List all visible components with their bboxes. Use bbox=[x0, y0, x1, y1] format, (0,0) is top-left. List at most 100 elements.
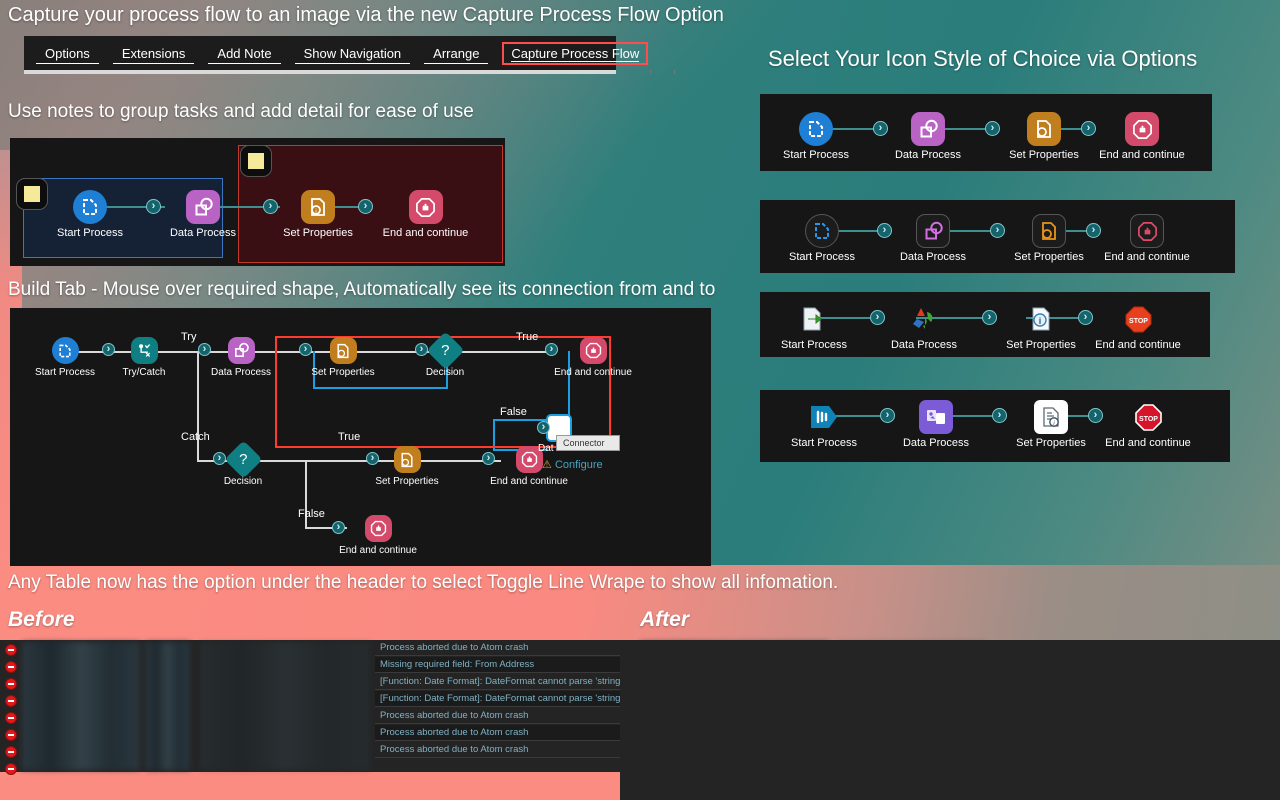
menu-item-add-note[interactable]: Add Note bbox=[208, 43, 281, 64]
table-row[interactable]: Process aborted due to Atom crash bbox=[375, 725, 620, 741]
node-set-properties[interactable]: i Set Properties bbox=[995, 302, 1087, 351]
table-row[interactable]: Missing required field: From Address bbox=[375, 657, 620, 673]
end-and-continue-icon bbox=[408, 190, 443, 224]
menu-item-show-navigation[interactable]: Show Navigation bbox=[294, 43, 411, 64]
node-end-and-continue[interactable]: End and continue bbox=[550, 337, 636, 378]
node-data-process[interactable]: Data Process bbox=[889, 214, 977, 263]
error-icon bbox=[5, 763, 17, 775]
try-catch-icon bbox=[130, 337, 158, 364]
node-label: Set Properties bbox=[1016, 437, 1086, 449]
node-decision[interactable]: ? Decision bbox=[404, 331, 486, 378]
node-start-process[interactable]: Start Process bbox=[780, 400, 868, 449]
connector-arrow-icon[interactable] bbox=[213, 452, 226, 465]
headline-capture-process-flow: Capture your process flow to an image vi… bbox=[8, 4, 724, 26]
footer-accent-band bbox=[0, 770, 620, 800]
node-label: Data Process bbox=[169, 227, 237, 239]
start-process-icon bbox=[807, 400, 841, 434]
decision-icon: ? bbox=[425, 331, 465, 370]
headline-notes: Use notes to group tasks and add detail … bbox=[8, 101, 474, 122]
node-label: Start Process bbox=[56, 227, 124, 239]
note-chip-blue[interactable] bbox=[16, 178, 48, 210]
set-properties-icon: i bbox=[1024, 302, 1058, 336]
set-properties-icon bbox=[393, 446, 421, 473]
warning-icon: ⚠ bbox=[542, 459, 552, 471]
set-properties-icon bbox=[329, 337, 357, 364]
connector-arrow-icon[interactable] bbox=[482, 452, 495, 465]
node-data-process[interactable]: Data Process bbox=[158, 190, 248, 239]
node-label: Data Process bbox=[899, 251, 967, 263]
table-row[interactable]: Process aborted due to Atom crash bbox=[375, 708, 620, 724]
node-end-and-continue[interactable]: STOP End and continue bbox=[1088, 302, 1188, 351]
node-decision[interactable]: ? Decision bbox=[202, 440, 284, 487]
menu-item-arrange[interactable]: Arrange bbox=[424, 43, 489, 64]
svg-text:i: i bbox=[315, 209, 316, 215]
node-label: End and continue bbox=[1099, 149, 1185, 161]
connector-arrow-icon[interactable] bbox=[545, 343, 558, 356]
note-square-icon bbox=[24, 186, 40, 202]
node-label: End and continue bbox=[382, 227, 469, 239]
partial-label-dat: Dat bbox=[538, 443, 554, 454]
node-set-properties[interactable]: Set Properties bbox=[1003, 214, 1095, 263]
data-process-icon bbox=[911, 112, 945, 146]
node-label: Data Process bbox=[210, 367, 272, 378]
node-data-process[interactable]: Data Process bbox=[200, 337, 282, 378]
connector-arrow-icon[interactable] bbox=[415, 343, 428, 356]
configure-link[interactable]: ⚠ Configure bbox=[542, 458, 603, 471]
start-process-icon bbox=[797, 302, 831, 336]
node-label: Data Process bbox=[894, 149, 962, 161]
connector-arrow-icon[interactable] bbox=[102, 343, 115, 356]
after-table[interactable] bbox=[620, 640, 1280, 800]
node-set-properties[interactable]: Set Properties bbox=[998, 112, 1090, 161]
menu-bar-divider bbox=[24, 70, 675, 74]
table-row[interactable]: Process aborted due to Atom crash bbox=[375, 640, 620, 656]
node-try-catch[interactable]: Try/Catch bbox=[103, 337, 185, 378]
end-and-continue-icon: STOP bbox=[1131, 400, 1165, 434]
node-data-process[interactable]: Data Process bbox=[884, 112, 972, 161]
stop-text: STOP bbox=[1139, 416, 1158, 423]
connector-arrow-icon[interactable] bbox=[198, 343, 211, 356]
menu-item-capture-process-flow[interactable]: Capture Process Flow bbox=[502, 41, 649, 65]
node-start-process[interactable]: Start Process bbox=[778, 214, 866, 263]
connector-arrow-icon[interactable] bbox=[332, 521, 345, 534]
menu-bar[interactable]: Options Extensions Add Note Show Navigat… bbox=[24, 36, 649, 70]
node-label: End and continue bbox=[1095, 339, 1181, 351]
menu-item-extensions[interactable]: Extensions bbox=[112, 43, 195, 64]
error-icon bbox=[5, 678, 17, 690]
table-row[interactable]: Process aborted due to Atom crash bbox=[375, 742, 620, 758]
node-start-process[interactable]: Start Process bbox=[20, 337, 110, 378]
note-chip-red[interactable] bbox=[240, 145, 272, 177]
error-icon bbox=[5, 712, 17, 724]
end-and-continue-icon: STOP bbox=[1121, 302, 1155, 336]
node-label: Try/Catch bbox=[122, 367, 166, 378]
node-label: Set Properties bbox=[1014, 251, 1084, 263]
node-label: Set Properties bbox=[283, 227, 353, 239]
table-row[interactable]: [Function: Date Format]: DateFormat cann… bbox=[375, 674, 620, 690]
connector-arrow-icon[interactable] bbox=[299, 343, 312, 356]
set-properties-icon: i bbox=[1034, 400, 1068, 434]
table-row[interactable]: [Function: Date Format]: DateFormat cann… bbox=[375, 691, 620, 707]
connector-arrow-icon[interactable] bbox=[366, 452, 379, 465]
node-data-process[interactable]: Data Process bbox=[880, 302, 968, 351]
node-set-properties[interactable]: Set Properties bbox=[302, 337, 384, 378]
node-end-and-continue[interactable]: STOP End and continue bbox=[1098, 400, 1198, 449]
node-set-properties[interactable]: i Set Properties bbox=[1005, 400, 1097, 449]
node-end-and-continue[interactable]: End and continue bbox=[335, 515, 421, 556]
error-message: [Function: Date Format]: DateFormat cann… bbox=[380, 693, 620, 704]
node-start-process[interactable]: Start Process bbox=[770, 302, 858, 351]
error-icon bbox=[5, 661, 17, 673]
error-icon bbox=[5, 746, 17, 758]
node-set-properties[interactable]: i Set Properties bbox=[273, 190, 363, 239]
connector-arrow-icon[interactable] bbox=[537, 421, 550, 434]
node-start-process[interactable]: Start Process bbox=[772, 112, 860, 161]
node-end-and-continue[interactable]: End and continue bbox=[1092, 112, 1192, 161]
menu-item-options[interactable]: Options bbox=[36, 43, 99, 64]
node-end-and-continue[interactable]: End and continue bbox=[378, 190, 473, 239]
node-start-process[interactable]: Start Process bbox=[45, 190, 135, 239]
node-end-and-continue[interactable]: End and continue bbox=[1097, 214, 1197, 263]
node-data-process[interactable]: Data Process bbox=[892, 400, 980, 449]
error-message: Process aborted due to Atom crash bbox=[380, 744, 529, 755]
node-label: Decision bbox=[223, 476, 263, 487]
node-set-properties[interactable]: Set Properties bbox=[366, 446, 448, 487]
flow-line bbox=[197, 351, 199, 461]
data-process-icon bbox=[227, 337, 255, 364]
